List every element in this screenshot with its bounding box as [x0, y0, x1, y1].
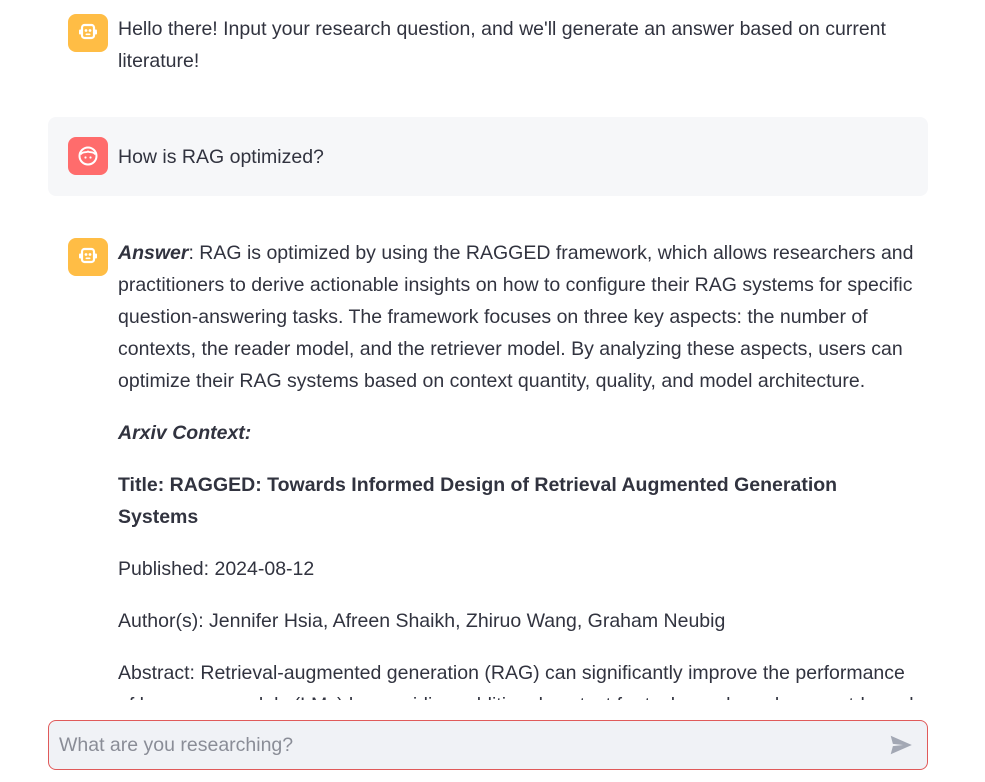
paper-authors: Author(s): Jennifer Hsia, Afreen Shaikh,… — [118, 610, 726, 632]
answer-text: : RAG is optimized by using the RAGGED f… — [118, 242, 914, 392]
message-text: Hello there! Input your research questio… — [118, 18, 886, 72]
face-icon — [78, 146, 98, 166]
user-avatar — [68, 137, 108, 175]
chat-message-user: How is RAG optimized? — [48, 117, 928, 196]
send-button[interactable] — [887, 732, 915, 758]
message-text: How is RAG optimized? — [118, 146, 324, 168]
chat-message-assistant: Hello there! Input your research questio… — [48, 4, 928, 94]
assistant-avatar — [68, 14, 108, 52]
robot-icon — [79, 247, 97, 264]
chat-message-area: Hello there! Input your research questio… — [0, 0, 985, 700]
robot-icon — [79, 23, 97, 40]
answer-paragraph: Answer: RAG is optimized by using the RA… — [118, 237, 918, 397]
answer-label: Answer — [118, 242, 189, 264]
assistant-avatar — [68, 238, 108, 276]
chat-message-assistant: Answer: RAG is optimized by using the RA… — [48, 221, 928, 700]
send-icon — [890, 735, 912, 755]
chat-input[interactable] — [59, 721, 859, 769]
context-heading: Arxiv Context: — [118, 422, 252, 444]
chat-input-container — [48, 720, 928, 770]
paper-title: Title: RAGGED: Towards Informed Design o… — [118, 474, 838, 528]
paper-published: Published: 2024-08-12 — [118, 558, 315, 580]
paper-abstract: Abstract: Retrieval-augmented generation… — [118, 662, 914, 700]
